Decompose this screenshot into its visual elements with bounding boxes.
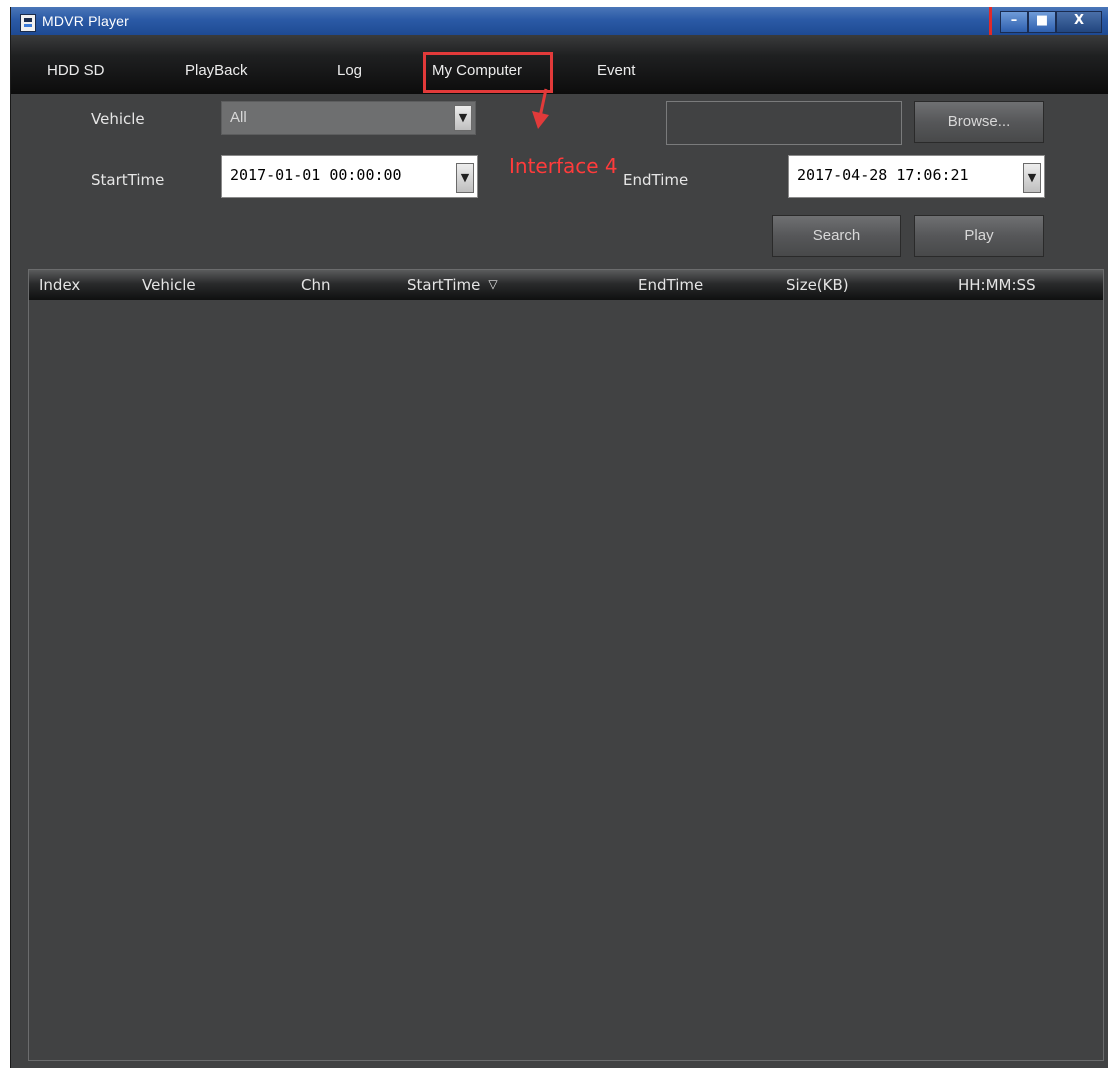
chevron-down-icon[interactable]: ▼ <box>1023 163 1041 193</box>
vehicle-label: Vehicle <box>91 110 145 128</box>
close-button[interactable]: X <box>1056 11 1102 33</box>
end-time-label: EndTime <box>623 171 689 189</box>
menu-item-playback[interactable]: PlayBack <box>185 62 248 79</box>
vehicle-select-value: All <box>230 109 247 126</box>
chevron-down-icon[interactable]: ▼ <box>454 105 472 131</box>
column-header-size[interactable]: Size(KB) <box>786 276 849 294</box>
table-header: Index Vehicle Chn StartTime ▽ EndTime Siz… <box>29 270 1103 300</box>
column-header-duration[interactable]: HH:MM:SS <box>958 276 1036 294</box>
play-button[interactable]: Play <box>914 215 1044 257</box>
menu-bar: HDD SD PlayBack Log My Computer Event <box>11 35 1108 94</box>
end-time-value: 2017-04-28 17:06:21 <box>797 166 969 184</box>
maximize-button[interactable]: ■ <box>1028 11 1056 33</box>
start-time-label: StartTime <box>91 171 165 189</box>
results-table[interactable]: Index Vehicle Chn StartTime ▽ EndTime Siz… <box>28 269 1104 1061</box>
annotation-arrow-icon <box>532 88 549 129</box>
start-time-value: 2017-01-01 00:00:00 <box>230 166 402 184</box>
search-button[interactable]: Search <box>772 215 901 257</box>
column-header-starttime[interactable]: StartTime ▽ <box>407 276 498 294</box>
column-header-index[interactable]: Index <box>39 276 80 294</box>
annotation-label: Interface 4 <box>509 154 618 178</box>
sort-descending-icon: ▽ <box>488 277 498 291</box>
browse-button[interactable]: Browse... <box>914 101 1044 143</box>
end-time-field[interactable]: 2017-04-28 17:06:21 ▼ <box>788 155 1045 198</box>
window-title: MDVR Player <box>42 13 129 29</box>
path-input[interactable] <box>666 101 902 145</box>
column-header-chn[interactable]: Chn <box>301 276 331 294</box>
annotation-mark <box>989 7 992 35</box>
menu-item-event[interactable]: Event <box>597 62 635 79</box>
chevron-down-icon[interactable]: ▼ <box>456 163 474 193</box>
column-header-vehicle[interactable]: Vehicle <box>142 276 196 294</box>
menu-item-hdd-sd[interactable]: HDD SD <box>47 62 105 79</box>
vehicle-select[interactable]: All ▼ <box>221 101 476 135</box>
app-icon <box>20 14 36 32</box>
app-window: MDVR Player – ■ X HDD SD PlayBack Log My… <box>10 7 1108 1068</box>
start-time-field[interactable]: 2017-01-01 00:00:00 ▼ <box>221 155 478 198</box>
minimize-button[interactable]: – <box>1000 11 1028 33</box>
column-header-endtime[interactable]: EndTime <box>638 276 703 294</box>
menu-item-log[interactable]: Log <box>337 62 362 79</box>
title-bar[interactable]: MDVR Player – ■ X <box>11 7 1108 35</box>
